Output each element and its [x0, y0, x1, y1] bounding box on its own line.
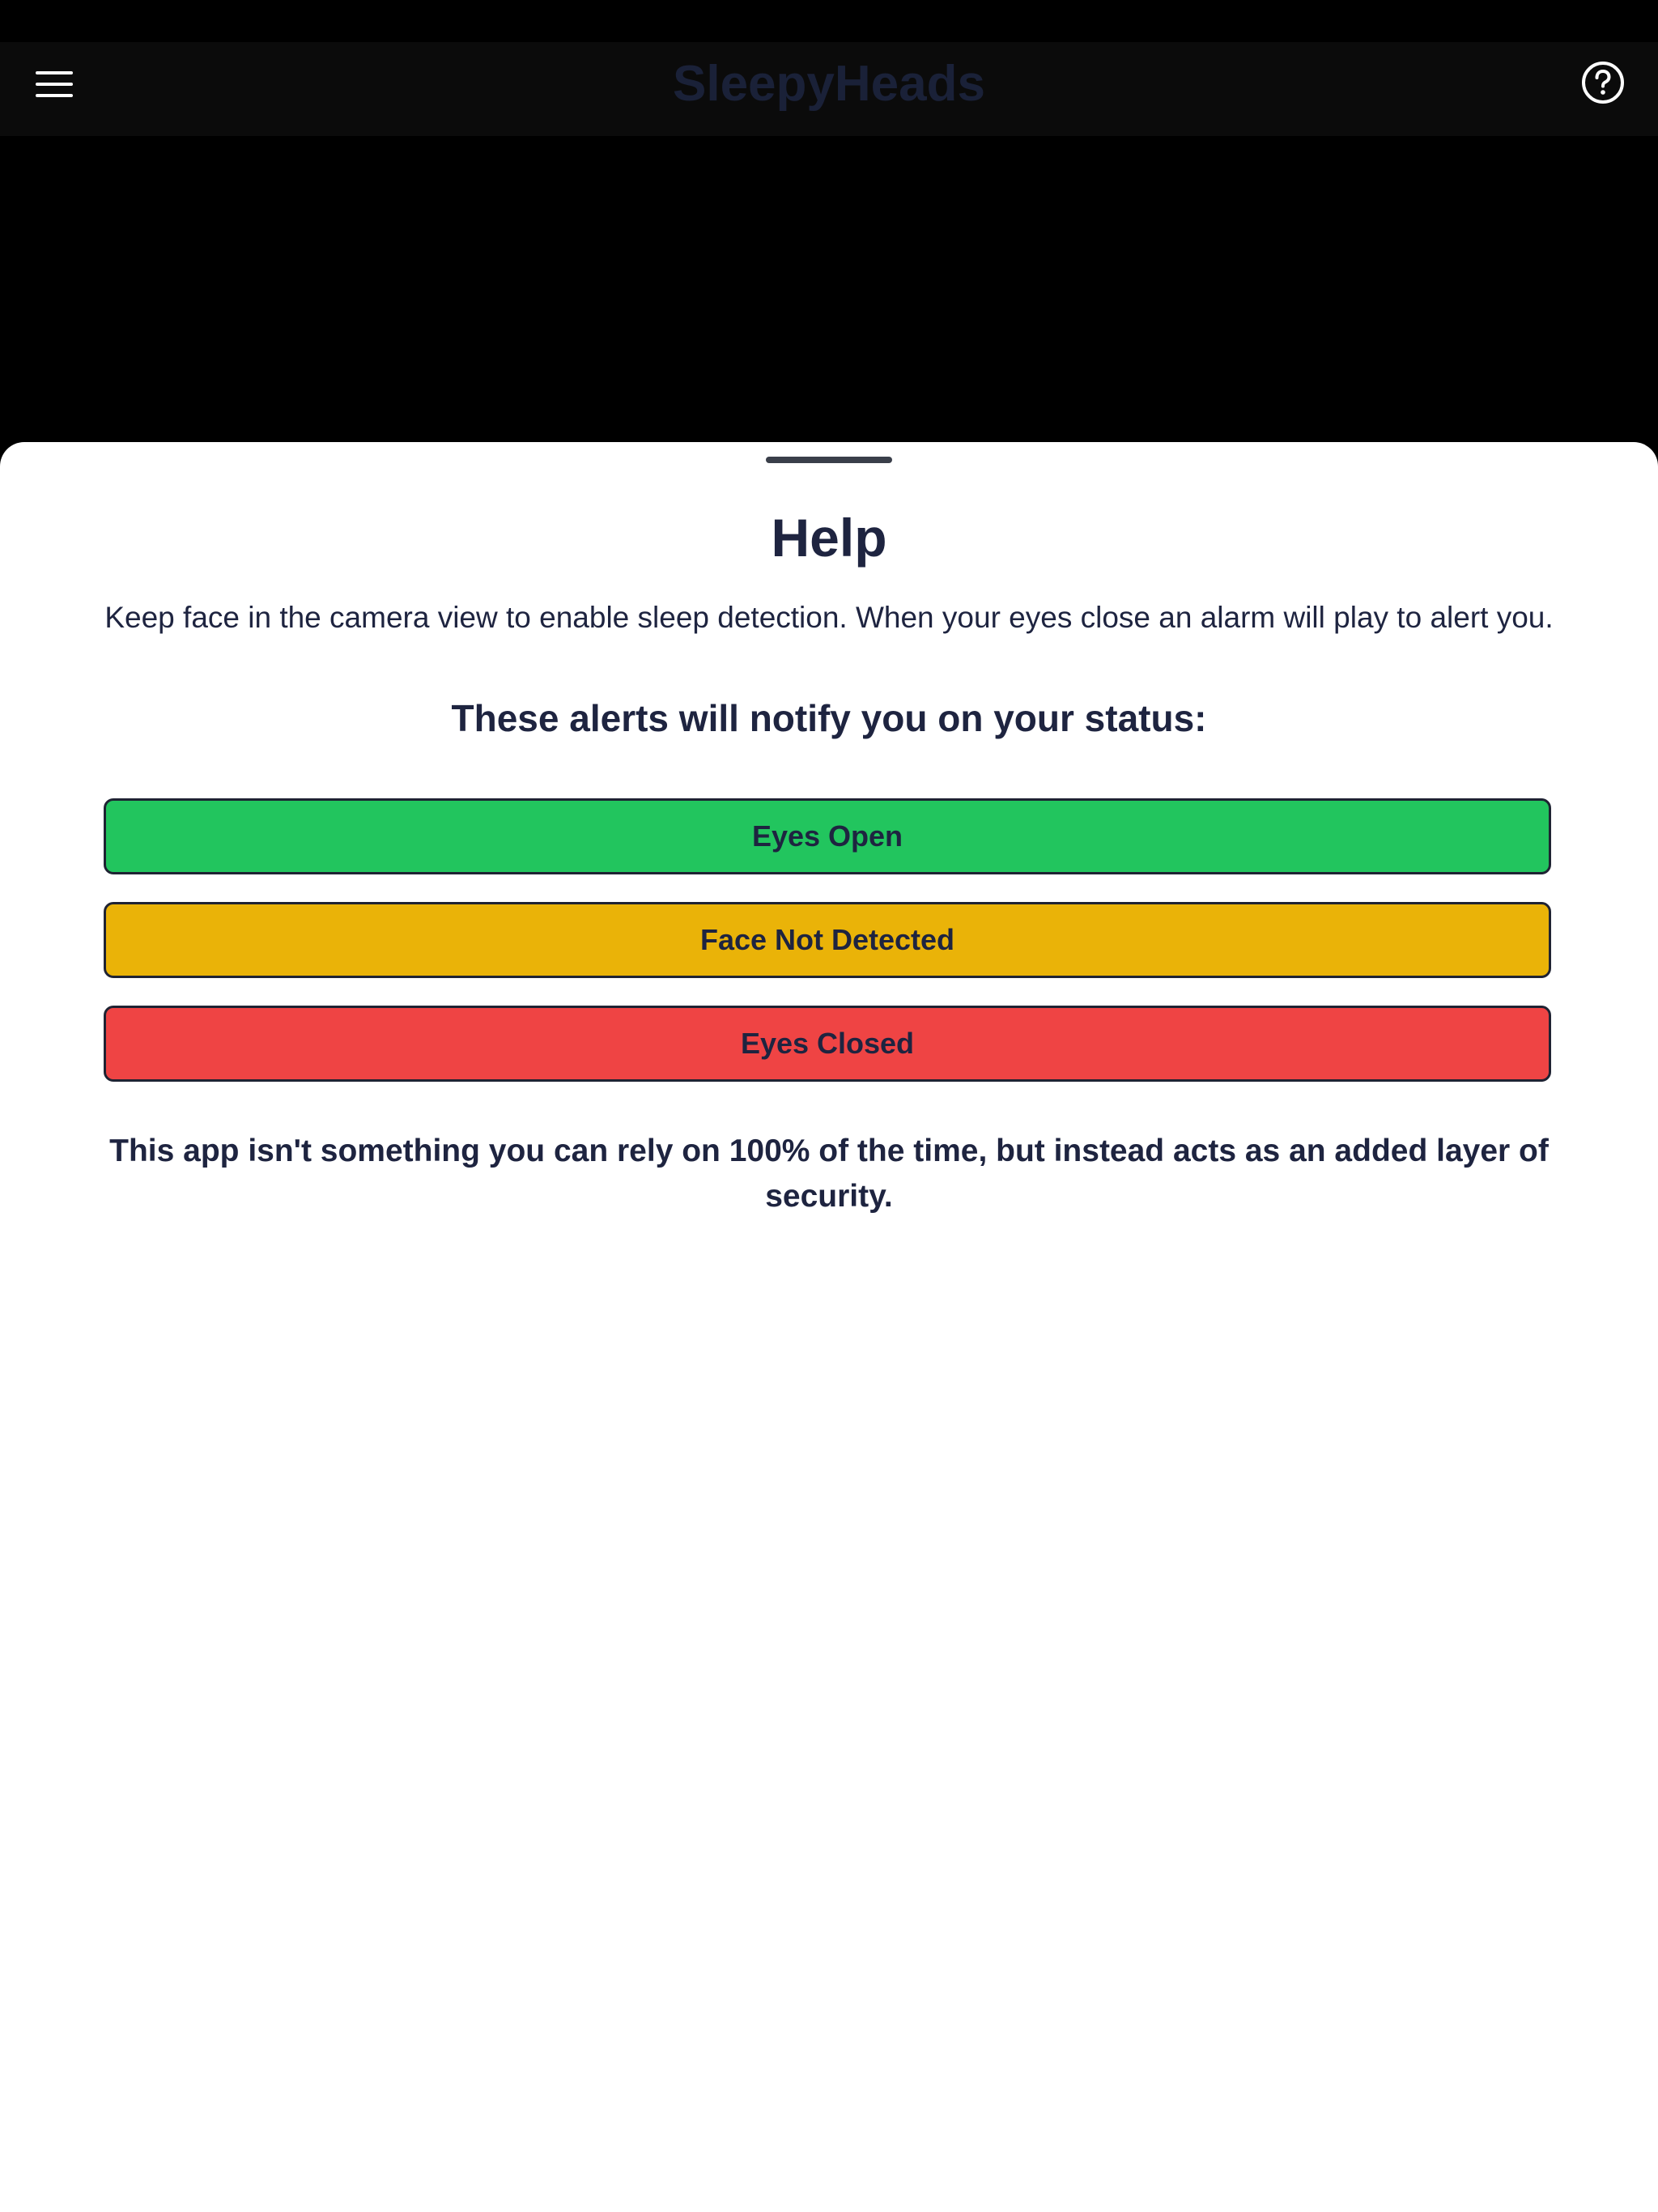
app-screen: SleepyHeads Help Keep face in the camera…: [0, 0, 1658, 2212]
question-circle-icon[interactable]: [1580, 60, 1626, 105]
help-sheet: Help Keep face in the camera view to ena…: [0, 442, 1658, 2212]
status-eyes-closed: Eyes Closed: [104, 1006, 1551, 1082]
top-bar: SleepyHeads: [0, 42, 1658, 136]
status-face-not-detected: Face Not Detected: [104, 902, 1551, 978]
disclaimer-text: This app isn't something you can rely on…: [109, 1134, 1549, 1214]
help-intro-text: Keep face in the camera view to enable s…: [104, 601, 1554, 634]
alerts-subheading: These alerts will notify you on your sta…: [451, 697, 1207, 739]
status-eyes-open: Eyes Open: [104, 798, 1551, 874]
sheet-drag-handle[interactable]: [766, 457, 892, 463]
app-title: SleepyHeads: [673, 56, 985, 112]
help-title: Help: [771, 508, 887, 568]
